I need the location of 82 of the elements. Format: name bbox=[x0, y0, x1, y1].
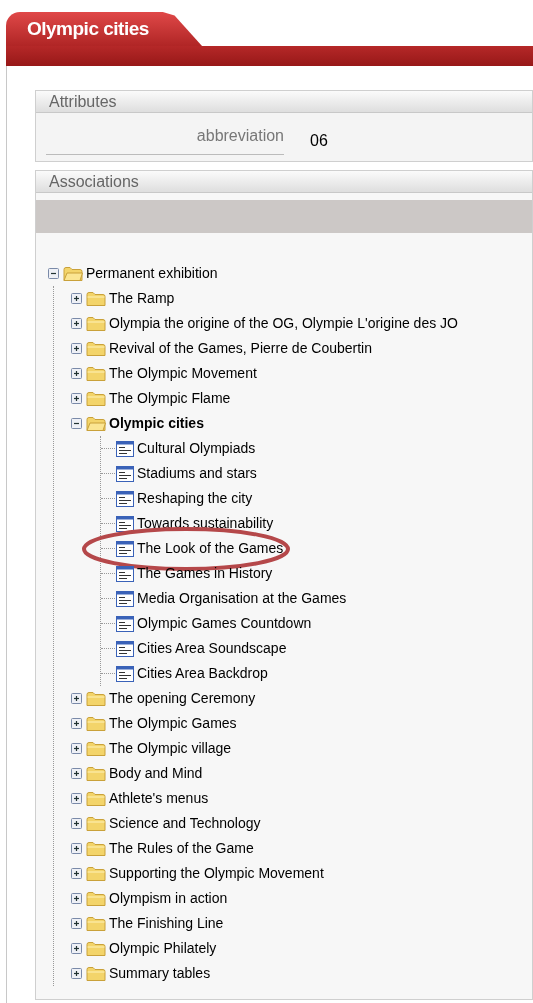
document-item[interactable]: Olympic Games Countdown bbox=[137, 613, 312, 634]
folder-icon bbox=[86, 415, 106, 432]
folder-item[interactable]: The Olympic Games bbox=[109, 713, 237, 734]
document-icon bbox=[116, 490, 134, 507]
expand-icon[interactable] bbox=[71, 743, 82, 754]
panel-title: Associations bbox=[49, 171, 139, 192]
document-icon bbox=[116, 665, 134, 682]
folder-item[interactable]: The Finishing Line bbox=[109, 913, 224, 934]
field-label: abbreviation bbox=[46, 124, 284, 155]
document-item[interactable]: Stadiums and stars bbox=[137, 463, 257, 484]
document-icon bbox=[116, 615, 134, 632]
folder-icon bbox=[86, 840, 106, 857]
expand-icon[interactable] bbox=[71, 768, 82, 779]
folder-icon bbox=[86, 290, 106, 307]
folder-icon bbox=[63, 265, 83, 282]
document-item[interactable]: Cities Area Backdrop bbox=[137, 663, 268, 684]
folder-icon bbox=[86, 965, 106, 982]
folder-icon bbox=[86, 390, 106, 407]
folder-icon bbox=[86, 790, 106, 807]
folder-icon bbox=[86, 865, 106, 882]
folder-item[interactable]: Olympism in action bbox=[109, 888, 228, 909]
expand-icon[interactable] bbox=[71, 793, 82, 804]
folder-item[interactable]: Athlete's menus bbox=[109, 788, 209, 809]
document-item[interactable]: Cultural Olympiads bbox=[137, 438, 256, 459]
expand-icon[interactable] bbox=[71, 693, 82, 704]
folder-icon bbox=[86, 740, 106, 757]
folder-item[interactable]: Science and Technology bbox=[109, 813, 261, 834]
document-item[interactable]: The Games in History bbox=[137, 563, 273, 584]
document-item[interactable]: Cities Area Soundscape bbox=[137, 638, 287, 659]
folder-icon bbox=[86, 765, 106, 782]
document-icon bbox=[116, 640, 134, 657]
expand-icon[interactable] bbox=[71, 843, 82, 854]
expand-icon[interactable] bbox=[71, 943, 82, 954]
expand-icon[interactable] bbox=[71, 918, 82, 929]
folder-item[interactable]: Olympic Philately bbox=[109, 938, 217, 959]
folder-item[interactable]: The Ramp bbox=[109, 288, 175, 309]
expand-icon[interactable] bbox=[71, 318, 82, 329]
folder-icon bbox=[86, 365, 106, 382]
folder-item[interactable]: Revival of the Games, Pierre de Coubertin bbox=[109, 338, 372, 359]
expand-icon[interactable] bbox=[71, 868, 82, 879]
folder-icon bbox=[86, 690, 106, 707]
document-icon bbox=[116, 590, 134, 607]
folder-icon bbox=[86, 915, 106, 932]
folder-item[interactable]: Olympia the origine of the OG, Olympie L'origine des JO bbox=[109, 313, 458, 334]
expand-icon[interactable] bbox=[71, 343, 82, 354]
folder-item[interactable]: Olympic cities bbox=[109, 413, 204, 434]
expand-icon[interactable] bbox=[71, 293, 82, 304]
document-icon bbox=[116, 565, 134, 582]
folder-item[interactable]: The Olympic Flame bbox=[109, 388, 231, 409]
folder-item[interactable]: The Rules of the Game bbox=[109, 838, 254, 859]
expand-icon[interactable] bbox=[71, 818, 82, 829]
document-icon bbox=[116, 515, 134, 532]
page-tab[interactable]: Olympic cities bbox=[6, 12, 202, 46]
field-value: 06 bbox=[310, 131, 328, 151]
document-item[interactable]: Reshaping the city bbox=[137, 488, 253, 509]
expand-icon[interactable] bbox=[71, 368, 82, 379]
folder-icon bbox=[86, 815, 106, 832]
document-icon bbox=[116, 540, 134, 557]
document-item[interactable]: Media Organisation at the Games bbox=[137, 588, 347, 609]
folder-icon bbox=[86, 890, 106, 907]
panel-title: Attributes bbox=[49, 91, 117, 112]
folder-icon bbox=[86, 940, 106, 957]
expand-icon[interactable] bbox=[71, 718, 82, 729]
folder-item[interactable]: Summary tables bbox=[109, 963, 211, 984]
folder-icon bbox=[86, 315, 106, 332]
document-item[interactable]: Towards sustainability bbox=[137, 513, 274, 534]
folder-icon bbox=[86, 340, 106, 357]
folder-item[interactable]: Supporting the Olympic Movement bbox=[109, 863, 324, 884]
collapse-icon[interactable] bbox=[48, 268, 59, 279]
folder-icon bbox=[86, 715, 106, 732]
expand-icon[interactable] bbox=[71, 968, 82, 979]
collapse-icon[interactable] bbox=[71, 418, 82, 429]
folder-item[interactable]: The opening Ceremony bbox=[109, 688, 256, 709]
tab-title: Olympic cities bbox=[27, 16, 149, 41]
folder-item[interactable]: Body and Mind bbox=[109, 763, 203, 784]
expand-icon[interactable] bbox=[71, 393, 82, 404]
expand-icon[interactable] bbox=[71, 893, 82, 904]
document-icon bbox=[116, 440, 134, 457]
document-icon bbox=[116, 465, 134, 482]
folder-item[interactable]: The Olympic Movement bbox=[109, 363, 257, 384]
folder-item[interactable]: The Olympic village bbox=[109, 738, 232, 759]
folder-item[interactable]: Permanent exhibition bbox=[86, 263, 218, 284]
